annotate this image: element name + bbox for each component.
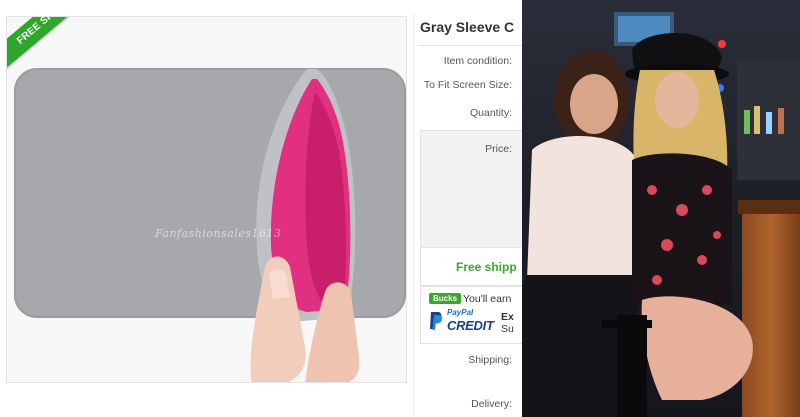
paypal-icon <box>430 312 443 330</box>
bucks-badge: Bucks <box>429 293 462 304</box>
product-listing: Fanfashionsales1613 FREE SHIPPING Gray S… <box>0 0 522 417</box>
quantity-label: Quantity: <box>469 107 512 119</box>
product-title: Gray Sleeve C <box>420 19 515 35</box>
image-watermark: Fanfashionsales1613 <box>155 227 282 240</box>
bar-photo-image <box>522 0 800 417</box>
title-divider <box>418 45 522 46</box>
price-label: Price: <box>485 143 512 155</box>
paypal-logo-text: PayPal <box>447 308 474 317</box>
column-divider <box>413 14 414 414</box>
paypal-line-2: Su <box>501 323 514 335</box>
paypal-credit-text: CREDIT <box>447 318 494 333</box>
promo-box[interactable]: Bucks You'll earn PayPal CREDIT Ex Su <box>420 286 522 344</box>
price-box: Price: <box>420 130 522 248</box>
product-image-frame[interactable]: Fanfashionsales1613 FREE SHIPPING <box>6 16 407 383</box>
paypal-line-1: Ex <box>501 311 514 323</box>
shipping-label: Shipping: <box>468 354 512 366</box>
screen-size-label: To Fit Screen Size: <box>423 79 512 91</box>
free-shipping-ribbon: FREE SHIPPING <box>7 17 147 157</box>
bucks-text: You'll earn <box>463 293 512 305</box>
ribbon-text: FREE SHIPPING <box>7 17 115 74</box>
item-condition-label: Item condition: <box>443 55 512 67</box>
bar-photo <box>522 0 800 417</box>
shipping-banner: Free shipp <box>420 248 522 286</box>
delivery-label: Delivery: <box>471 398 512 410</box>
free-shipping-text: Free shipp <box>456 260 517 274</box>
